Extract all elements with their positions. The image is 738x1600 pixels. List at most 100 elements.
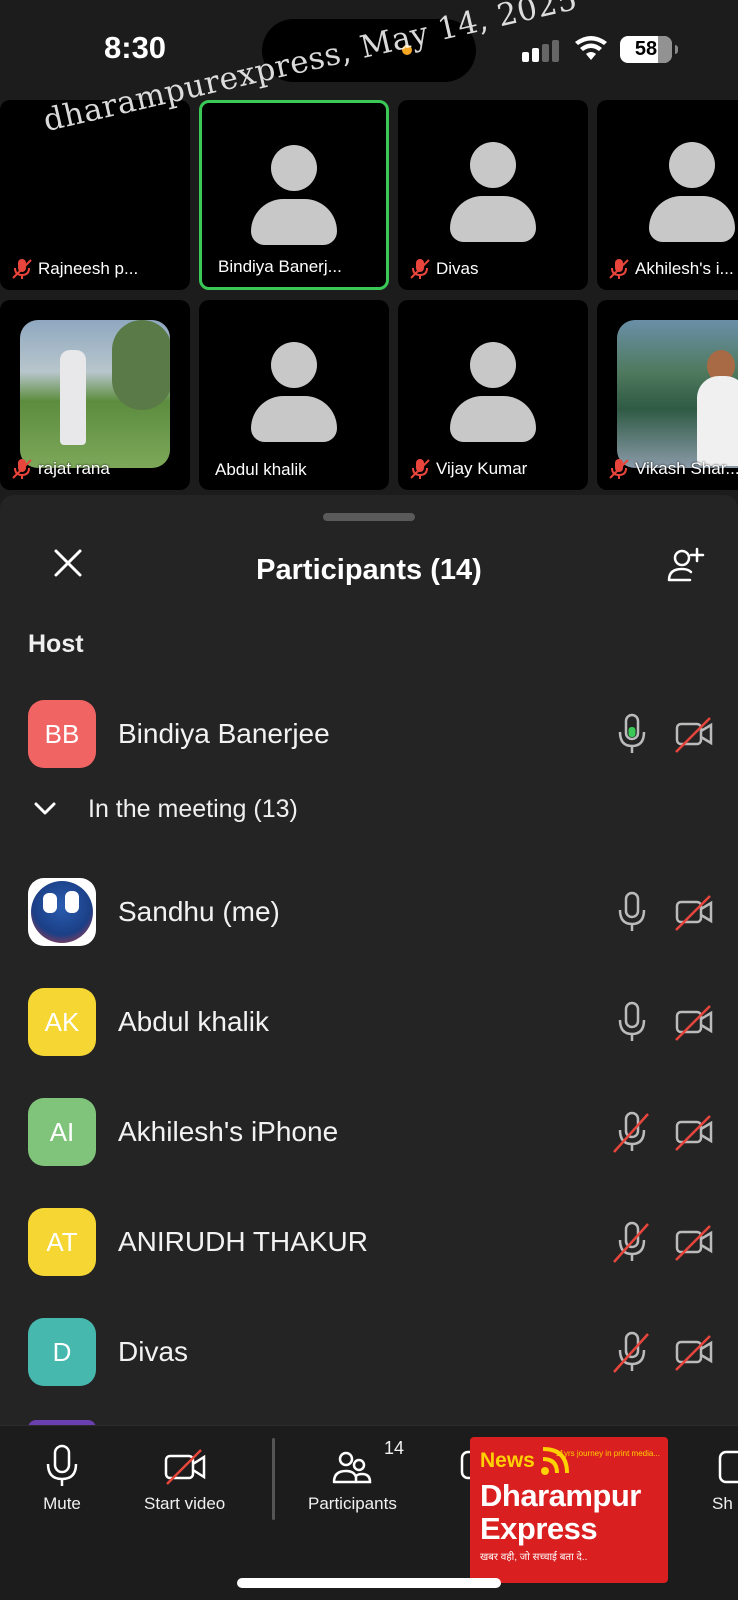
avatar: AI bbox=[28, 1098, 96, 1166]
mic-muted-icon bbox=[410, 459, 430, 479]
video-grid: Rajneesh p... Bindiya Banerj... Divas Ak… bbox=[0, 100, 738, 495]
share-icon bbox=[718, 1450, 738, 1484]
tile-label: Bindiya Banerj... bbox=[218, 257, 342, 277]
status-time: 8:30 bbox=[104, 30, 167, 65]
avatar-initials: D bbox=[52, 1336, 72, 1367]
participants-icon bbox=[333, 1451, 372, 1484]
video-tile[interactable]: Abdul khalik bbox=[199, 300, 389, 490]
mic-muted-icon bbox=[12, 259, 32, 279]
video-off-icon bbox=[675, 717, 713, 753]
mic-active-icon bbox=[618, 713, 646, 753]
tile-name: Divas bbox=[436, 259, 479, 278]
participant-name: Bindiya Banerjee bbox=[118, 718, 330, 749]
mic-muted-icon bbox=[613, 1221, 649, 1263]
participant-row[interactable]: D Divas bbox=[0, 1297, 738, 1407]
in-meeting-section-toggle[interactable]: In the meeting (13) bbox=[28, 792, 298, 826]
tile-name: Akhilesh's i... bbox=[635, 259, 734, 278]
tile-label: Vijay Kumar bbox=[410, 458, 527, 480]
participant-row-host[interactable]: BB Bindiya Banerjee bbox=[0, 679, 738, 789]
status-bar: 8:30 58 bbox=[0, 0, 738, 100]
mic-icon bbox=[618, 891, 646, 931]
participant-name: Abdul khalik bbox=[118, 1006, 269, 1037]
participant-row[interactable]: Sandhu (me) bbox=[0, 857, 738, 967]
participant-photo bbox=[617, 320, 738, 468]
in-meeting-section-label: In the meeting (13) bbox=[88, 794, 298, 823]
participant-row[interactable]: AK Abdul khalik bbox=[0, 967, 738, 1077]
video-off-icon bbox=[164, 1449, 205, 1485]
panel-title: Participants (14) bbox=[256, 554, 482, 586]
participant-row[interactable]: AT ANIRUDH THAKUR bbox=[0, 1187, 738, 1297]
participants-count-badge: 14 bbox=[384, 1438, 405, 1458]
ad-tagline: 11yrs journey in print media... bbox=[555, 1449, 660, 1458]
participants-label: Participants bbox=[308, 1494, 397, 1513]
video-tile[interactable]: Vijay Kumar bbox=[398, 300, 588, 490]
tile-label: Akhilesh's i... bbox=[609, 258, 734, 280]
default-avatar-icon bbox=[251, 342, 337, 444]
home-indicator[interactable] bbox=[237, 1578, 501, 1588]
mute-label: Mute bbox=[43, 1494, 81, 1513]
dynamic-island bbox=[262, 19, 476, 82]
start-video-label: Start video bbox=[144, 1494, 226, 1513]
tile-name: Vijay Kumar bbox=[436, 459, 528, 478]
tile-name: Abdul khalik bbox=[215, 460, 307, 479]
ad-brand-line1: Dharampur bbox=[480, 1478, 641, 1513]
cellular-signal-icon bbox=[522, 40, 559, 62]
mic-muted-icon bbox=[609, 259, 629, 279]
video-off-icon bbox=[675, 1225, 713, 1261]
mic-icon bbox=[46, 1444, 78, 1486]
tile-label: Vikash Shar... bbox=[609, 458, 738, 480]
avatar: BB bbox=[28, 700, 96, 768]
avatar: AK bbox=[28, 988, 96, 1056]
mic-muted-icon bbox=[410, 259, 430, 279]
mic-icon bbox=[618, 1001, 646, 1041]
tile-name: Vikash Shar... bbox=[635, 459, 738, 478]
news-advertisement[interactable]: News 11yrs journey in print media... Dha… bbox=[470, 1437, 668, 1583]
video-tile[interactable]: Akhilesh's i... bbox=[597, 100, 738, 290]
avatar-initials: AI bbox=[49, 1116, 75, 1147]
participant-name: ANIRUDH THAKUR bbox=[118, 1226, 368, 1257]
battery-level: 58 bbox=[634, 38, 658, 60]
battery-empty-portion bbox=[658, 36, 672, 63]
mute-button[interactable]: Mute bbox=[40, 1444, 84, 1514]
video-tile[interactable]: Vikash Shar... bbox=[597, 300, 738, 490]
tile-name: rajat rana bbox=[38, 459, 110, 478]
tile-name: Rajneesh p... bbox=[38, 259, 139, 278]
toolbar-divider bbox=[272, 1438, 275, 1520]
video-off-icon bbox=[675, 1115, 713, 1151]
wifi-icon bbox=[575, 36, 607, 60]
video-off-icon bbox=[675, 1335, 713, 1371]
participant-row[interactable]: AI Akhilesh's iPhone bbox=[0, 1077, 738, 1187]
chevron-down-icon bbox=[34, 802, 56, 815]
share-label: Sh bbox=[712, 1494, 733, 1513]
tile-name: Bindiya Banerj... bbox=[218, 257, 342, 276]
video-off-icon bbox=[675, 895, 713, 931]
privacy-indicator-dot bbox=[402, 45, 412, 55]
video-tile[interactable]: Divas bbox=[398, 100, 588, 290]
video-off-icon bbox=[675, 1005, 713, 1041]
tile-label: Divas bbox=[410, 258, 479, 280]
mic-muted-icon bbox=[609, 459, 629, 479]
ad-slogan: खबर वही, जो सच्चाई बता दे.. bbox=[480, 1552, 588, 1563]
ad-news-label: News bbox=[480, 1449, 535, 1472]
share-button[interactable]: Sh bbox=[712, 1444, 738, 1514]
mic-muted-icon bbox=[12, 459, 32, 479]
avatar-initials: BB bbox=[44, 718, 80, 749]
video-tile-active-speaker[interactable]: Bindiya Banerj... bbox=[199, 100, 389, 290]
video-tile[interactable]: rajat rana bbox=[0, 300, 190, 490]
ad-brand-line2: Express bbox=[480, 1511, 598, 1546]
tile-label: Rajneesh p... bbox=[12, 258, 138, 280]
sheet-grabber[interactable] bbox=[323, 513, 415, 521]
participant-name: Divas bbox=[118, 1336, 189, 1367]
start-video-button[interactable]: Start video bbox=[144, 1444, 225, 1514]
participant-name: Sandhu (me) bbox=[118, 896, 280, 927]
default-avatar-icon bbox=[649, 142, 735, 244]
avatar bbox=[28, 878, 96, 946]
video-tile[interactable]: Rajneesh p... bbox=[0, 100, 190, 290]
avatar: D bbox=[28, 1318, 96, 1386]
default-avatar-icon bbox=[450, 142, 536, 244]
mic-muted-icon bbox=[613, 1111, 649, 1153]
participant-name: Akhilesh's iPhone bbox=[118, 1116, 339, 1147]
avatar-logo-image bbox=[31, 881, 93, 943]
avatar-initials: AT bbox=[46, 1226, 78, 1257]
host-section-label: Host bbox=[28, 630, 84, 658]
